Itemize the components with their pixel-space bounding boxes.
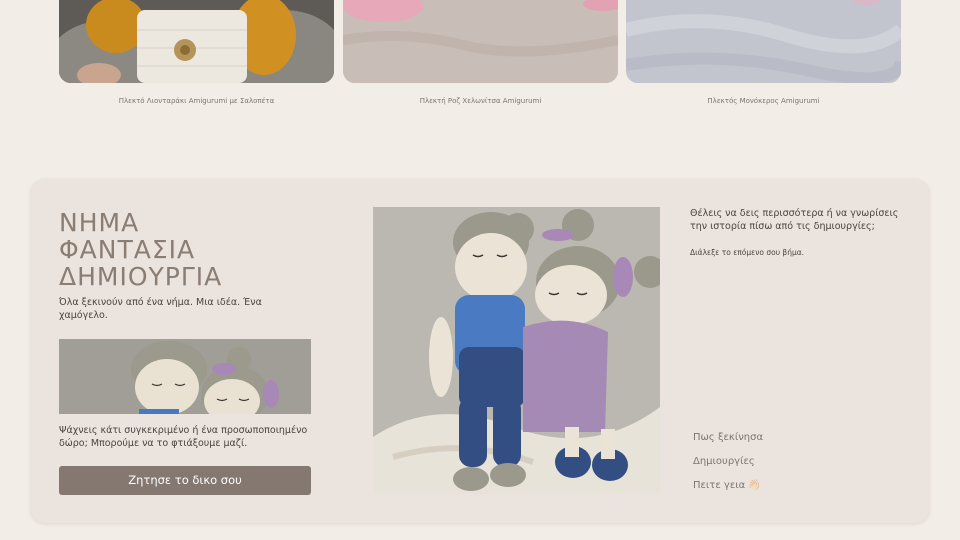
nav-creations[interactable]: Δημιουργίες [693, 455, 763, 468]
product-card-unicorn[interactable]: Πλεκτός Μονόκερος Amigurumi [626, 0, 901, 105]
product-card-lion[interactable]: Πλεκτό Λιονταράκι Amigurumi με Σαλοπέτα [59, 0, 334, 105]
product-strip: Πλεκτό Λιονταράκι Amigurumi με Σαλοπέτα … [0, 0, 960, 120]
dolls-thumbnail [59, 339, 311, 414]
story-nav: Πως ξεκίνησα Δημιουργίες Πειτε γεια 👋🏻 [693, 431, 763, 503]
dolls-thumbnail-illustration [59, 339, 311, 414]
product-caption[interactable]: Πλεκτό Λιονταράκι Amigurumi με Σαλοπέτα [59, 97, 334, 105]
request-yours-button[interactable]: Ζητησε το δικο σου [59, 466, 311, 495]
pink-turtle-photo[interactable] [343, 0, 618, 83]
lion-doll-illustration [59, 0, 334, 83]
brand-line: ΝΗΜΑ [59, 208, 140, 237]
doll-couple-illustration [373, 207, 660, 494]
nav-say-hello[interactable]: Πειτε γεια 👋🏻 [693, 479, 763, 492]
learn-more-question: Θέλεις να δεις περισσότερα ή να γνωρίσει… [690, 208, 899, 232]
brand-line: ΦΑΝΤΑΣΙΑ [59, 235, 196, 264]
story-card: ΝΗΜΑ ΦΑΝΤΑΣΙΑ ΔΗΜΙΟΥΡΓΙΑ Όλα ξεκινούν απ… [31, 179, 929, 523]
tagline: Όλα ξεκινούν από ένα νήμα. Μια ιδέα. Ένα… [59, 297, 262, 321]
unicorn-illustration [626, 0, 901, 83]
product-caption[interactable]: Πλεκτός Μονόκερος Amigurumi [626, 97, 901, 105]
brand-line: ΔΗΜΙΟΥΡΓΙΑ [59, 262, 223, 291]
doll-couple-photo [373, 207, 660, 494]
lion-doll-photo[interactable] [59, 0, 334, 83]
brand-title: ΝΗΜΑ ΦΑΝΤΑΣΙΑ ΔΗΜΙΟΥΡΓΙΑ [59, 209, 222, 290]
unicorn-photo[interactable] [626, 0, 901, 83]
nav-how-i-started[interactable]: Πως ξεκίνησα [693, 431, 763, 444]
product-card-turtle[interactable]: Πλεκτή Ροζ Χελωνίτσα Amigurumi [343, 0, 618, 105]
pink-turtle-illustration [343, 0, 618, 83]
custom-order-prompt: Ψάχνεις κάτι συγκεκριμένο ή ένα προσωποπ… [59, 425, 308, 449]
product-caption[interactable]: Πλεκτή Ροζ Χελωνίτσα Amigurumi [343, 97, 618, 105]
next-step-hint: Διάλεξε το επόμενο σου βήμα. [690, 248, 805, 257]
